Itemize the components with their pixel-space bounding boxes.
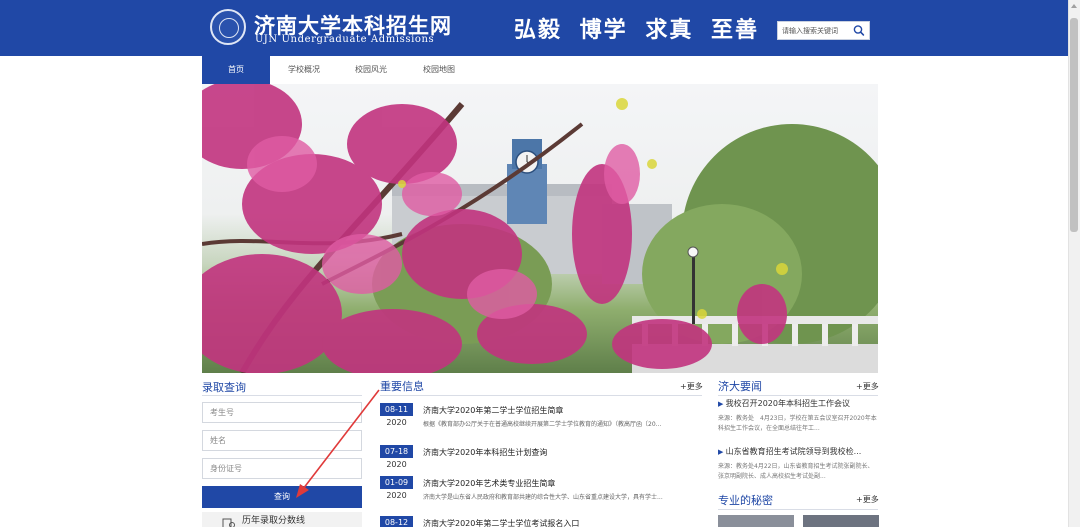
search-doc-icon	[222, 518, 235, 527]
university-seal-icon[interactable]	[210, 9, 246, 45]
nav-item-campus-scenery[interactable]: 校园风光	[338, 56, 404, 84]
candidate-number-input[interactable]	[202, 402, 362, 423]
news-item[interactable]: 08-12 济南大学2020年第二学士学位考试报名入口	[380, 516, 702, 527]
main-nav: 首页 学校概况 校园风光 校园地图	[202, 56, 878, 84]
jida-news-summary: 来源：教务处4月22日，山东省教育招生考试院张副院长、张京明副院长、成人高校招生…	[718, 463, 874, 480]
jida-news-headline[interactable]: ▶ 我校召开2020年本科招生工作会议	[718, 398, 878, 409]
important-news-more-link[interactable]: +更多	[680, 381, 703, 392]
news-title[interactable]: 济南大学2020年艺术类专业招生简章	[423, 478, 555, 489]
jida-news-title[interactable]: 济大要闻	[718, 378, 762, 394]
section-divider	[718, 509, 878, 510]
triangle-bullet-icon: ▶	[718, 448, 726, 456]
site-logo-subtitle: UJN Undergraduate Admissions	[255, 34, 435, 45]
news-title[interactable]: 济南大学2020年第二学士学位招生简章	[423, 405, 563, 416]
campus-banner-image[interactable]	[202, 84, 878, 373]
history-scores-link[interactable]: 历年录取分数线	[202, 512, 362, 527]
news-date: 07-18 2020	[380, 445, 413, 471]
jida-news-headline[interactable]: ▶ 山东省教育招生考试院领导到我校检...	[718, 446, 878, 457]
university-motto: 弘毅 博学 求真 至善	[514, 17, 759, 43]
site-header: 济南大学本科招生网 UJN Undergraduate Admissions 弘…	[0, 0, 1068, 56]
major-video-thumbnail[interactable]	[803, 515, 879, 527]
news-date: 08-11 2020	[380, 403, 413, 429]
news-item[interactable]: 08-11 2020 济南大学2020年第二学士学位招生简章 根据《教育部办公厅…	[380, 403, 702, 437]
nav-item-school-overview[interactable]: 学校概况	[270, 56, 338, 84]
news-date: 01-09 2020	[380, 476, 413, 502]
important-news-title[interactable]: 重要信息	[380, 378, 424, 394]
triangle-bullet-icon: ▶	[718, 400, 726, 408]
news-item[interactable]: 07-18 2020 济南大学2020年本科招生计划查询	[380, 445, 702, 479]
query-button[interactable]: 查询	[202, 486, 362, 508]
scroll-up-arrow-icon[interactable]	[1071, 4, 1077, 8]
banner-illustration	[202, 84, 878, 373]
name-input[interactable]	[202, 430, 362, 451]
section-divider	[202, 395, 362, 396]
news-title[interactable]: 济南大学2020年第二学士学位考试报名入口	[423, 518, 579, 527]
list-item[interactable]: ▶ 山东省教育招生考试院领导到我校检... 来源：教务处4月22日，山东省教育招…	[718, 446, 878, 482]
scrollbar-thumb[interactable]	[1070, 18, 1078, 232]
section-divider	[380, 395, 702, 396]
news-date: 08-12	[380, 516, 413, 527]
jida-news-summary: 来源：教务处 4月23日，学校在第五会议室召开2020年本科招生工作会议，在全面…	[718, 415, 877, 432]
search-box	[777, 21, 870, 40]
news-item[interactable]: 01-09 2020 济南大学2020年艺术类专业招生简章 济南大学是山东省人民…	[380, 476, 702, 510]
news-title[interactable]: 济南大学2020年本科招生计划查询	[423, 447, 547, 458]
nav-item-campus-map[interactable]: 校园地图	[404, 56, 474, 84]
jida-news-more-link[interactable]: +更多	[856, 381, 879, 392]
history-scores-label: 历年录取分数线	[242, 516, 306, 526]
section-divider	[718, 395, 878, 396]
majors-section-title[interactable]: 专业的秘密	[718, 492, 773, 508]
news-summary: 根据《教育部办公厅关于在普通高校继续开展第二学士学位教育的通知》（教高厅函〔20…	[423, 421, 662, 428]
search-input[interactable]	[778, 22, 852, 39]
major-video-thumbnail[interactable]	[718, 515, 794, 527]
majors-more-link[interactable]: +更多	[856, 494, 879, 505]
list-item[interactable]: ▶ 我校召开2020年本科招生工作会议 来源：教务处 4月23日，学校在第五会议…	[718, 398, 878, 434]
admission-query-title: 录取查询	[202, 381, 246, 394]
nav-item-home[interactable]: 首页	[202, 56, 270, 84]
search-icon[interactable]	[851, 23, 867, 38]
id-number-input[interactable]	[202, 458, 362, 479]
news-summary: 济南大学是山东省人民政府和教育部共建的综合性大学、山东省重点建设大学，具有学士.…	[423, 494, 663, 501]
